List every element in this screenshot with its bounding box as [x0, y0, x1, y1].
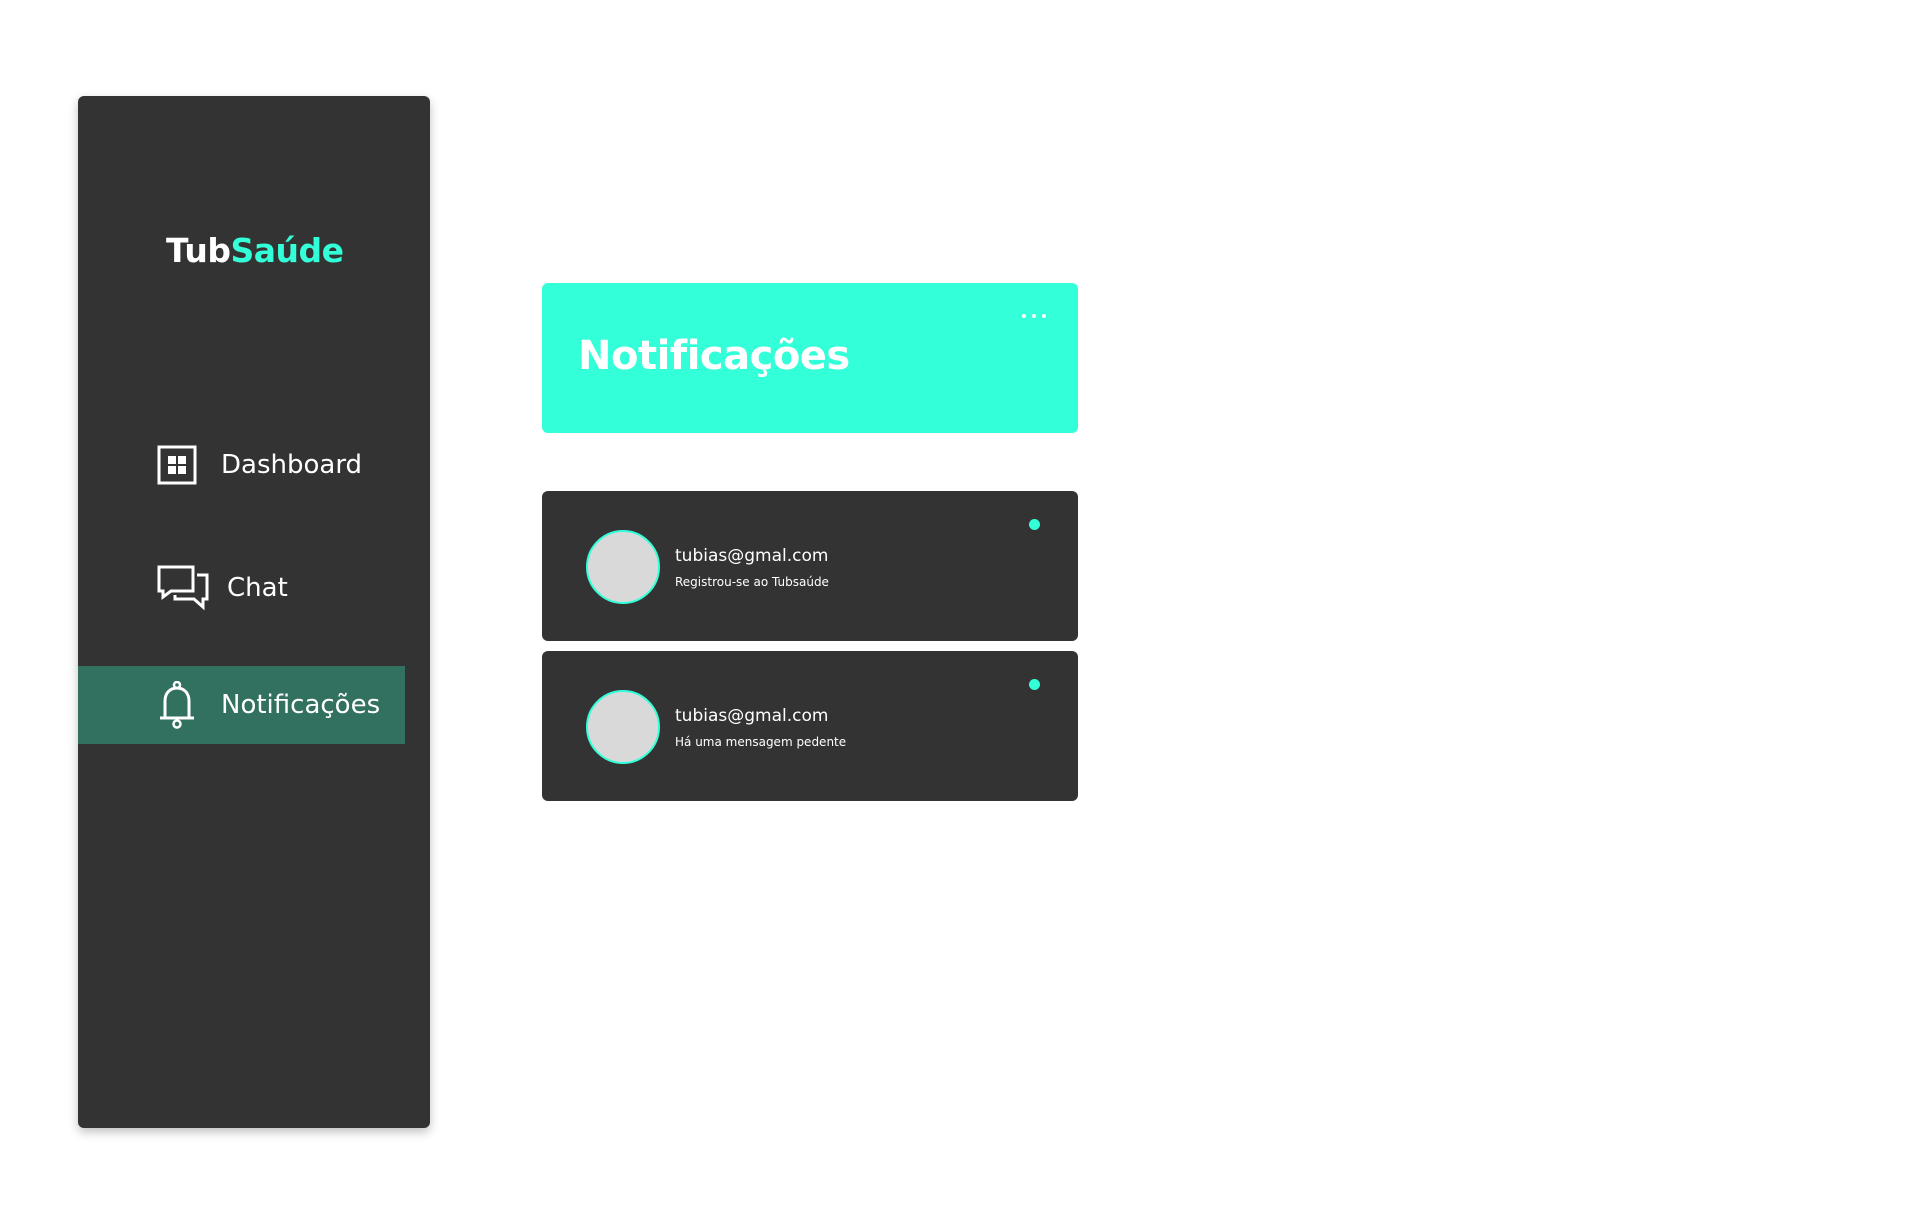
notification-item[interactable]: tubias@gmal.com Registrou-se ao Tubsaúde: [542, 491, 1078, 641]
sidebar: TubSaúde Dashboard Chat Notificações: [78, 96, 430, 1128]
sidebar-item-label: Dashboard: [221, 450, 363, 480]
notification-email: tubias@gmal.com: [675, 706, 829, 726]
logo-text-primary: Tub: [166, 231, 231, 270]
sidebar-item-notifications[interactable]: Notificações: [78, 666, 405, 744]
notification-item[interactable]: tubias@gmal.com Há uma mensagem pedente: [542, 651, 1078, 801]
notification-message: Registrou-se ao Tubsaúde: [675, 575, 829, 589]
more-horizontal-icon[interactable]: [1022, 311, 1046, 321]
sidebar-item-dashboard[interactable]: Dashboard: [78, 426, 405, 504]
chat-bubbles-icon: [157, 565, 209, 611]
unread-dot-icon: [1029, 519, 1040, 530]
avatar: [586, 690, 660, 764]
sidebar-item-label: Notificações: [221, 690, 381, 720]
page-title: Notificações: [578, 333, 850, 379]
notification-message: Há uma mensagem pedente: [675, 735, 847, 749]
sidebar-item-label: Chat: [227, 573, 288, 603]
avatar: [586, 530, 660, 604]
bell-icon: [157, 681, 197, 729]
dashboard-grid-icon: [157, 445, 197, 485]
notification-email: tubias@gmal.com: [675, 546, 829, 566]
app-logo[interactable]: TubSaúde: [166, 231, 344, 270]
logo-text-accent: Saúde: [230, 231, 345, 270]
sidebar-item-chat[interactable]: Chat: [78, 549, 405, 627]
notifications-header-card: Notificações: [542, 283, 1078, 433]
unread-dot-icon: [1029, 679, 1040, 690]
